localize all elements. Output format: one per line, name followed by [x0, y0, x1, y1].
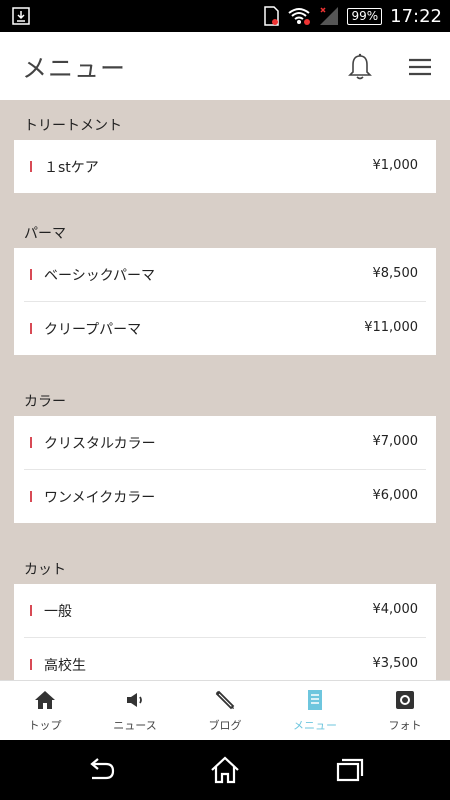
accent-bar — [30, 269, 32, 280]
accent-bar — [30, 605, 32, 616]
menu-item-price: ¥8,500 — [372, 266, 419, 281]
tab-menu[interactable]: メニュー — [270, 681, 360, 741]
sim-icon — [264, 6, 280, 26]
status-bar: 99% 17:22 — [0, 0, 450, 32]
menu-item-name: クリスタルカラー — [44, 436, 156, 452]
page-title: メニュー — [22, 54, 127, 83]
wifi-icon — [288, 8, 311, 25]
menu-item[interactable]: 高校生 ¥3,500 — [24, 637, 426, 680]
menu-item[interactable]: クリスタルカラー ¥7,000 — [14, 416, 436, 469]
menu-card: ベーシックパーマ ¥8,500 クリープパーマ ¥11,000 — [14, 248, 436, 355]
tab-news[interactable]: ニュース — [90, 681, 180, 741]
document-icon — [308, 690, 322, 710]
clock: 17:22 — [390, 5, 442, 27]
recent-apps-icon[interactable] — [335, 756, 365, 784]
menu-item[interactable]: ベーシックパーマ ¥8,500 — [14, 248, 436, 301]
menu-item[interactable]: １stケア ¥1,000 — [14, 140, 436, 193]
bottom-tab-bar: トップ ニュース ブログ メニュー フォト — [0, 680, 450, 741]
menu-card: １stケア ¥1,000 — [14, 140, 436, 193]
tab-photo[interactable]: フォト — [360, 681, 450, 741]
menu-item-price: ¥6,000 — [372, 488, 419, 503]
section-title-treatment: トリートメント — [24, 118, 122, 134]
accent-bar — [30, 323, 32, 334]
menu-item-name: クリープパーマ — [44, 322, 142, 338]
accent-bar — [30, 659, 32, 670]
menu-item-price: ¥4,000 — [372, 602, 419, 617]
menu-item-price: ¥11,000 — [364, 320, 418, 335]
section-title-color: カラー — [24, 394, 66, 410]
accent-bar — [30, 437, 32, 448]
hamburger-menu-icon[interactable] — [405, 52, 435, 82]
menu-item-price: ¥3,500 — [372, 656, 419, 671]
menu-item-name: １stケア — [44, 160, 99, 176]
signal-icon — [320, 7, 339, 25]
tab-label: ブログ — [208, 719, 242, 732]
menu-item[interactable]: 一般 ¥4,000 — [14, 584, 436, 637]
menu-card: 一般 ¥4,000 高校生 ¥3,500 — [14, 584, 436, 680]
megaphone-icon — [127, 693, 142, 707]
menu-item[interactable]: ワンメイクカラー ¥6,000 — [24, 469, 426, 523]
tab-top[interactable]: トップ — [0, 681, 90, 741]
menu-item-name: 一般 — [44, 604, 72, 620]
tab-label: トップ — [28, 719, 62, 732]
tab-label: フォト — [388, 719, 422, 732]
bell-icon[interactable] — [345, 52, 375, 82]
menu-item-name: ベーシックパーマ — [44, 268, 156, 284]
system-navigation-bar — [0, 740, 450, 800]
menu-item-name: ワンメイクカラー — [44, 490, 156, 506]
camera-icon — [396, 691, 414, 709]
pencil-icon — [215, 690, 235, 710]
tab-blog[interactable]: ブログ — [180, 681, 270, 741]
accent-bar — [30, 491, 32, 502]
home-button-icon[interactable] — [210, 756, 240, 784]
menu-item[interactable]: クリープパーマ ¥11,000 — [24, 301, 426, 355]
app-bar: メニュー — [0, 32, 450, 100]
back-icon[interactable] — [86, 756, 116, 784]
menu-item-price: ¥7,000 — [372, 434, 419, 449]
menu-item-price: ¥1,000 — [372, 158, 419, 173]
menu-list[interactable]: トリートメント １stケア ¥1,000 パーマ ベーシックパーマ ¥8,500… — [0, 100, 450, 680]
section-title-cut: カット — [24, 562, 66, 578]
download-notification-icon — [12, 7, 30, 25]
tab-label: ニュース — [113, 719, 157, 732]
accent-bar — [30, 161, 32, 172]
menu-card: クリスタルカラー ¥7,000 ワンメイクカラー ¥6,000 — [14, 416, 436, 523]
tab-label: メニュー — [293, 719, 337, 732]
menu-item-name: 高校生 — [44, 658, 86, 674]
battery-indicator: 99% — [347, 7, 383, 25]
home-icon — [35, 691, 55, 709]
section-title-perm: パーマ — [24, 226, 66, 242]
